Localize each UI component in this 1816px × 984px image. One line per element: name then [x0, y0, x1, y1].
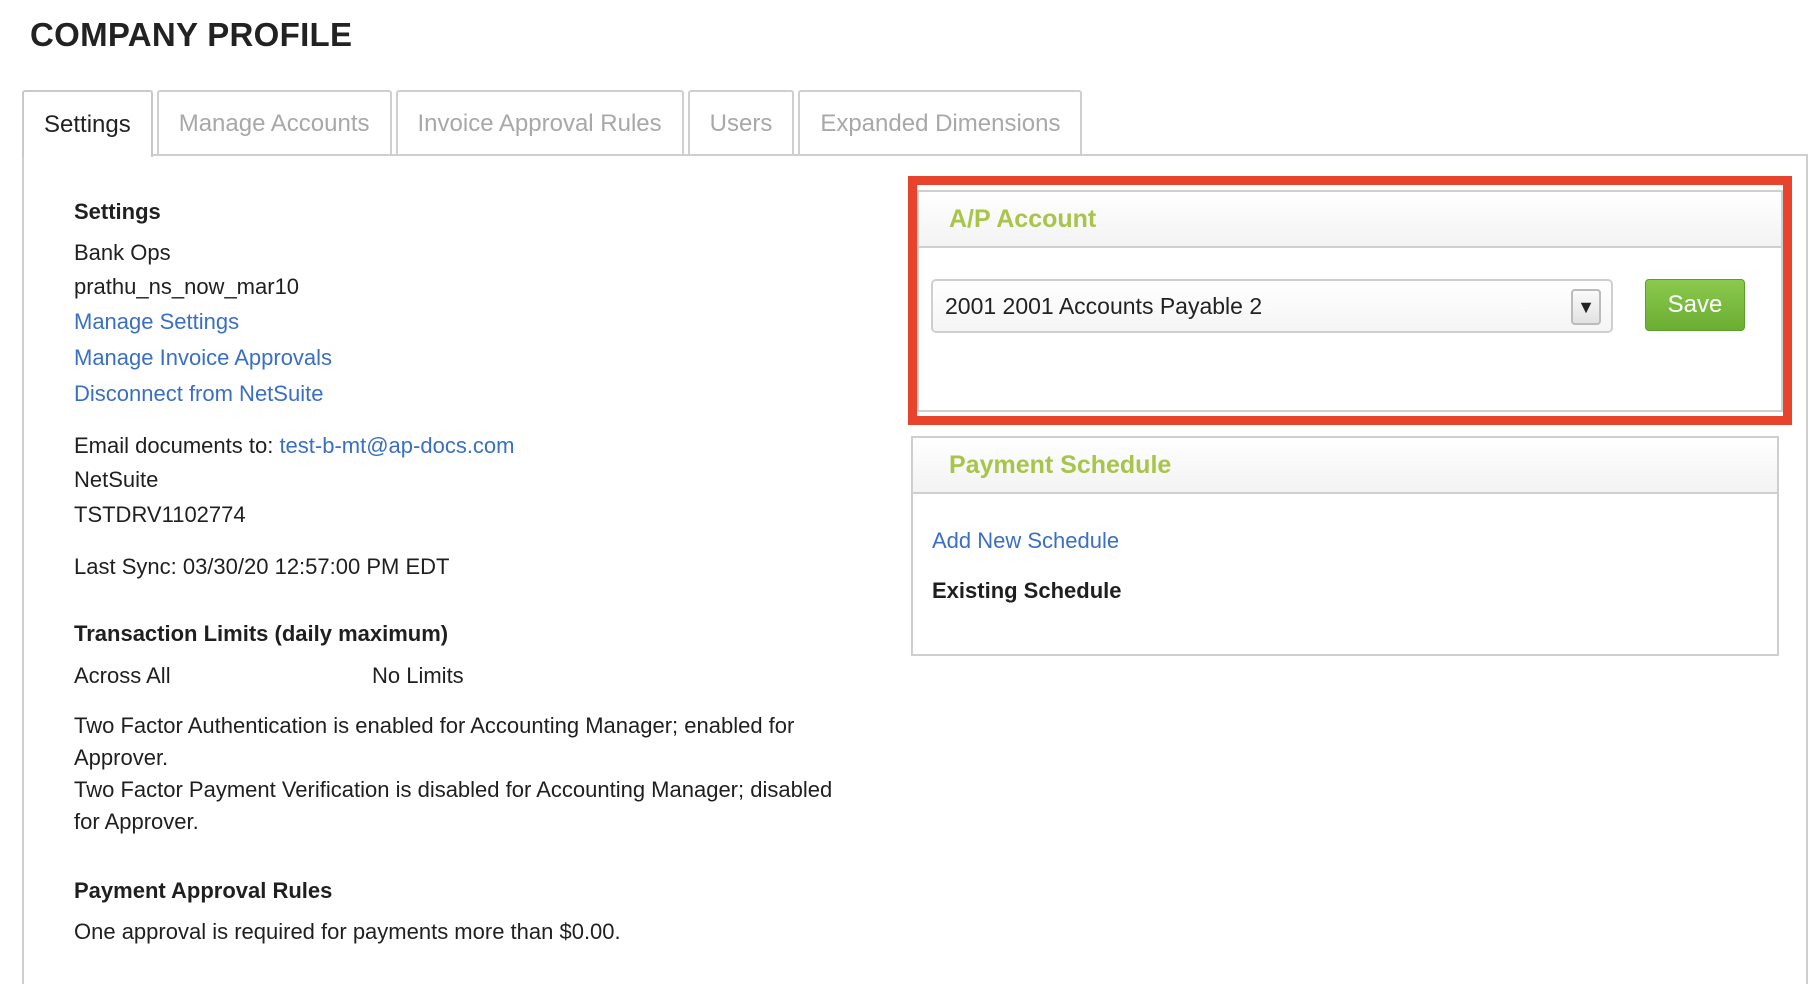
manage-invoice-approvals-link[interactable]: Manage Invoice Approvals	[74, 347, 332, 369]
add-new-schedule-link[interactable]: Add New Schedule	[932, 528, 1119, 554]
page-title: COMPANY PROFILE	[30, 16, 353, 53]
limits-scope: Across All	[74, 663, 171, 688]
ap-account-selected-value: 2001 2001 Accounts Payable 2	[945, 292, 1263, 319]
tab-expanded-dimensions[interactable]: Expanded Dimensions	[798, 90, 1083, 155]
tab-users[interactable]: Users	[687, 90, 795, 155]
ap-account-card: A/P Account 2001 2001 Accounts Payable 2…	[917, 190, 1783, 412]
email-link[interactable]: test-b-mt@ap-docs.com	[279, 433, 514, 458]
save-button[interactable]: Save	[1645, 279, 1745, 331]
tab-manage-accounts[interactable]: Manage Accounts	[156, 90, 392, 155]
account-id: prathu_ns_now_mar10	[74, 274, 300, 299]
disconnect-netsuite-link[interactable]: Disconnect from NetSuite	[74, 383, 323, 405]
existing-schedule-label: Existing Schedule	[932, 578, 1122, 603]
dropdown-arrow-icon[interactable]: ▼	[1571, 289, 1601, 325]
ap-account-title: A/P Account	[919, 192, 1781, 248]
ap-account-select[interactable]: 2001 2001 Accounts Payable 2 ▼	[931, 279, 1613, 333]
erp-id: TSTDRV1102774	[74, 502, 246, 527]
last-sync: Last Sync: 03/30/20 12:57:00 PM EDT	[74, 554, 450, 579]
email-row: Email documents to: test-b-mt@ap-docs.co…	[74, 435, 515, 457]
email-label: Email documents to:	[74, 433, 280, 458]
payment-approval-text: One approval is required for payments mo…	[74, 919, 621, 944]
limits-value: No Limits	[372, 663, 464, 688]
settings-heading: Settings	[74, 199, 161, 224]
transaction-limits-heading: Transaction Limits (daily maximum)	[74, 621, 449, 646]
payment-approval-heading: Payment Approval Rules	[74, 878, 333, 903]
manage-settings-link[interactable]: Manage Settings	[74, 311, 239, 333]
two-factor-auth-text: Two Factor Authentication is enabled for…	[74, 713, 795, 770]
payment-schedule-title: Payment Schedule	[913, 438, 1777, 494]
tab-settings[interactable]: Settings	[22, 90, 153, 157]
payment-schedule-card: Payment Schedule Add New Schedule Existi…	[911, 436, 1779, 656]
two-factor-payment-text: Two Factor Payment Verification is disab…	[74, 777, 833, 834]
tab-bar: Settings Manage Accounts Invoice Approva…	[22, 90, 1086, 157]
erp-name: NetSuite	[74, 467, 159, 492]
company-name: Bank Ops	[74, 240, 171, 265]
tab-invoice-approval-rules[interactable]: Invoice Approval Rules	[395, 90, 684, 155]
